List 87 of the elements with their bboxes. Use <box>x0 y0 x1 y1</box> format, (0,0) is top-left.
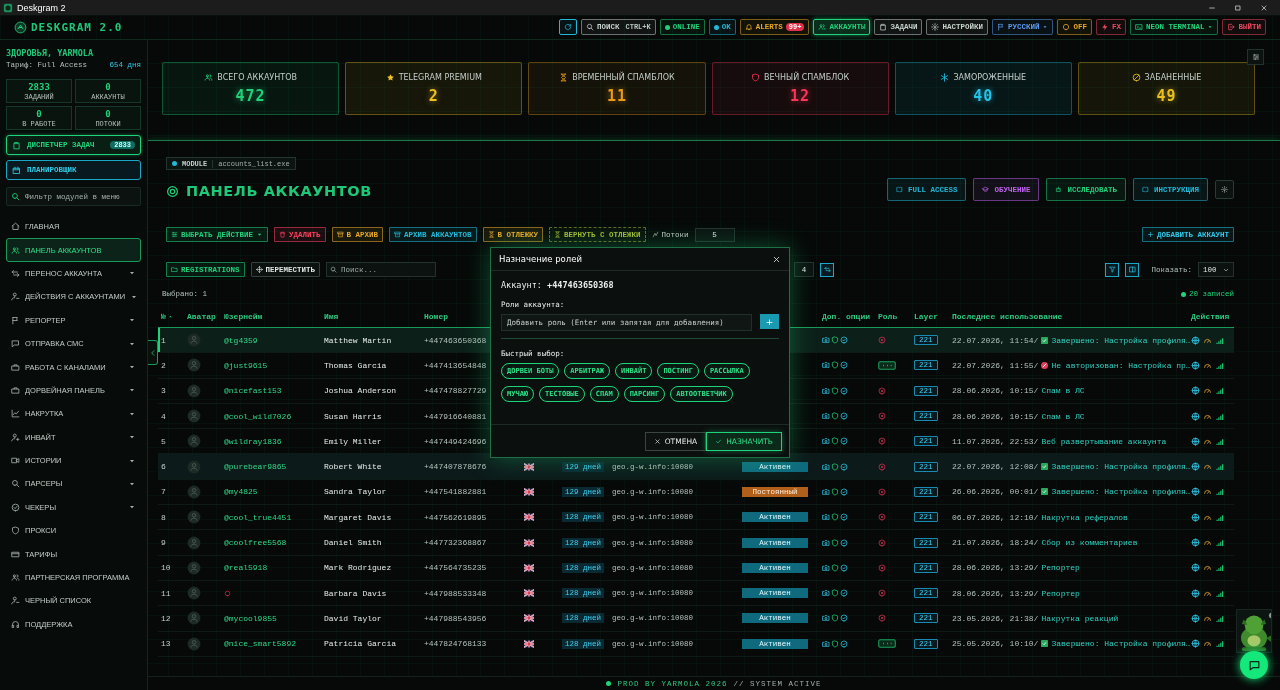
phone-text: +447541882881 <box>424 487 487 497</box>
stat-label: ЗАМОРОЖЕННЫЕ <box>953 72 1027 82</box>
row-number: 9 <box>161 538 166 547</box>
stat-value: 11 <box>606 86 627 105</box>
name-text: Robert White <box>324 462 382 472</box>
phone-text: +447463650368 <box>424 335 487 345</box>
name-text: Emily Miller <box>324 436 382 446</box>
row-number: 7 <box>161 487 166 497</box>
date-text: 22.07.2026, 11:55/ <box>952 360 1039 370</box>
name-text: Mark Rodriguez <box>324 563 392 573</box>
date-text: 22.07.2026, 11:54/ <box>952 335 1039 345</box>
phone-text: +447407878676 <box>424 462 487 472</box>
name-text: Thomas Garcia <box>324 360 387 370</box>
task-text: Завершено: Настройка профиля… <box>1051 462 1191 472</box>
phone-text: +447562619895 <box>424 512 487 522</box>
task-text: Репортер <box>1041 588 1080 598</box>
greeting-text: ЗДОРОВЬЯ, YARMOLA <box>6 48 94 58</box>
task-text: Накрутка реакций <box>1041 613 1119 623</box>
stat-label: ВСЕГО АККАУНТОВ <box>217 72 297 82</box>
row-number: 10 <box>161 563 171 573</box>
task-text: Спам в ЛС <box>1041 386 1085 396</box>
phone-text: +447916640881 <box>424 411 487 421</box>
date-text: 23.05.2026, 21:38/ <box>952 613 1039 623</box>
phone-text: +447988533348 <box>424 588 487 598</box>
date-text: 26.06.2026, 00:01/ <box>952 487 1039 497</box>
row-number: 11 <box>161 588 171 598</box>
account-text: Аккаунт: +447463650368 <box>501 280 615 290</box>
row-number: 8 <box>161 512 166 522</box>
date-text: 28.06.2026, 10:15/ <box>952 386 1039 396</box>
name-text: Sandra Taylor <box>324 487 387 497</box>
date-text: 25.05.2026, 10:10/ <box>952 639 1039 649</box>
date-text: 22.07.2026, 12:08/ <box>952 462 1039 472</box>
phone-text: +447732368867 <box>424 538 487 547</box>
stat-value: 2833 <box>28 81 50 92</box>
date-text: 28.06.2026, 10:15/ <box>952 411 1039 421</box>
phone-text: +447564735235 <box>424 563 487 573</box>
dialog-title: Назначение ролей <box>499 254 582 264</box>
row-number: 4 <box>161 411 166 421</box>
name-text: Susan Harris <box>324 411 382 421</box>
name-text: Matthew Martin <box>324 335 392 345</box>
task-text: Спам в ЛС <box>1041 411 1085 421</box>
name-text: Joshua Anderson <box>324 386 396 396</box>
task-text: Завершено: Настройка профиля… <box>1051 487 1191 497</box>
task-text: Веб развертывание аккаунта <box>1041 436 1167 446</box>
app-logo-text: DESKGRAM 2.0 <box>31 20 123 34</box>
name-text: David Taylor <box>324 613 382 623</box>
task-text: Завершено: Настройка профиля… <box>1051 335 1191 345</box>
stat-label: ВЕЧНЫЙ СПАМБЛОК <box>764 72 850 82</box>
task-text: Репортер <box>1041 563 1080 573</box>
stat-value: 40 <box>973 86 994 105</box>
name-text: Margaret Davis <box>324 512 392 522</box>
name-text: Barbara Davis <box>324 588 387 598</box>
stat-value: 2 <box>428 86 439 105</box>
date-text: 28.06.2026, 13:29/ <box>952 563 1039 573</box>
page-title: ПАНЕЛЬ АККАУНТОВ <box>186 183 372 199</box>
name-text: Daniel Smith <box>324 538 382 547</box>
row-number: 6 <box>161 462 166 472</box>
phone-text: +447449424696 <box>424 436 487 446</box>
row-number: 2 <box>161 360 166 370</box>
phone-text: +447478827729 <box>424 386 487 396</box>
task-text: Сбор из комментариев <box>1041 538 1138 547</box>
row-number: 1 <box>161 335 166 345</box>
stat-value: 0 <box>105 108 111 119</box>
row-number: 5 <box>161 436 166 446</box>
task-text: Накрутка рефералов <box>1041 512 1128 522</box>
stat-label: TELEGRAM PREMIUM <box>398 72 482 82</box>
window-title: Deskgram 2 <box>17 2 67 13</box>
stat-value: 0 <box>105 81 111 92</box>
stat-value: 472 <box>235 86 266 105</box>
date-text: 11.07.2026, 22:53/ <box>952 436 1039 446</box>
date-text: 06.07.2026, 12:10/ <box>952 512 1039 522</box>
phone-text: +447413654848 <box>424 360 487 370</box>
date-text: 21.07.2026, 18:24/ <box>952 538 1039 547</box>
task-text: Завершено: Настройка профиля… <box>1051 639 1191 649</box>
row-number: 13 <box>161 639 171 649</box>
stat-label: ЗАБАНЕННЫЕ <box>1144 72 1202 82</box>
stat-value: 0 <box>36 108 42 119</box>
date-text: 28.06.2026, 13:29/ <box>952 588 1039 598</box>
phone-text: +447824768133 <box>424 639 487 649</box>
stat-label: ВРЕМЕННЫЙ СПАМБЛОК <box>572 72 675 82</box>
row-number: 3 <box>161 386 166 396</box>
stat-value: 12 <box>790 86 811 105</box>
stat-value: 49 <box>1156 86 1177 105</box>
row-number: 12 <box>161 613 171 623</box>
name-text: Patricia Garcia <box>324 639 396 649</box>
phone-text: +447988543956 <box>424 613 487 623</box>
task-text: Не авторизован: Настройка пр… <box>1051 360 1191 370</box>
